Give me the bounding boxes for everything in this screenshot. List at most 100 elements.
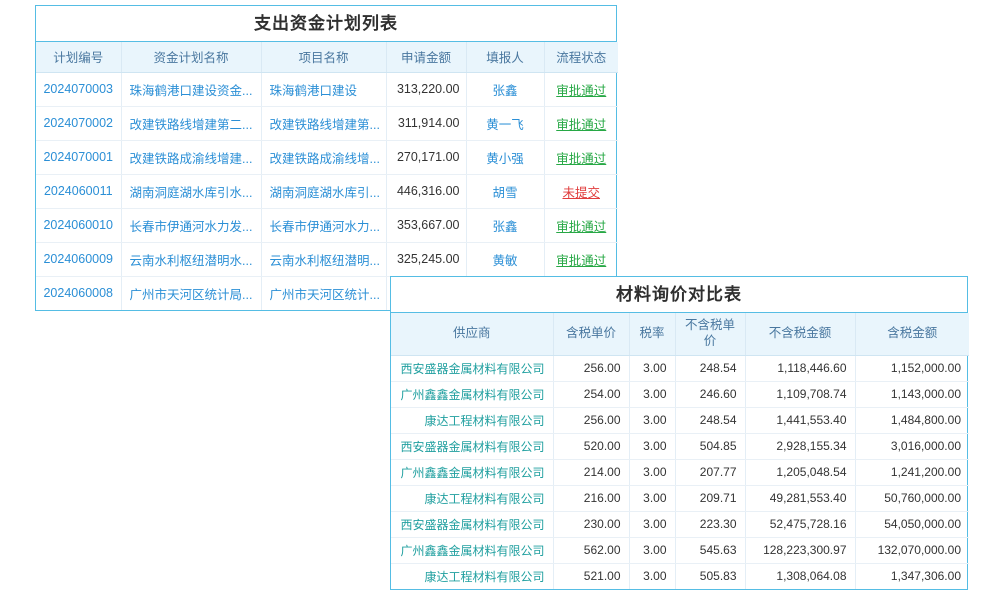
status-link[interactable]: 审批通过 bbox=[544, 140, 618, 174]
amount-cell: 311,914.00 bbox=[386, 106, 466, 140]
unit-price-no-tax-cell: 505.83 bbox=[675, 563, 745, 589]
unit-price-no-tax-cell: 248.54 bbox=[675, 407, 745, 433]
status-link[interactable]: 审批通过 bbox=[544, 208, 618, 242]
quote-row: 西安盛器金属材料有限公司 256.00 3.00 248.54 1,118,44… bbox=[391, 355, 969, 381]
project-name-link[interactable]: 湖南洞庭湖水库引... bbox=[261, 174, 386, 208]
supplier-link[interactable]: 西安盛器金属材料有限公司 bbox=[391, 355, 553, 381]
reporter-link[interactable]: 胡雪 bbox=[466, 174, 544, 208]
column-header-unit-price-no-tax: 不含税单价 bbox=[675, 313, 745, 355]
tax-rate-cell: 3.00 bbox=[629, 355, 675, 381]
unit-price-no-tax-cell: 545.63 bbox=[675, 537, 745, 563]
unit-price-tax-cell: 256.00 bbox=[553, 407, 629, 433]
unit-price-no-tax-cell: 246.60 bbox=[675, 381, 745, 407]
plan-id-link[interactable]: 2024060010 bbox=[36, 208, 121, 242]
quote-row: 康达工程材料有限公司 521.00 3.00 505.83 1,308,064.… bbox=[391, 563, 969, 589]
amount-tax-cell: 1,347,306.00 bbox=[855, 563, 969, 589]
reporter-link[interactable]: 黄一飞 bbox=[466, 106, 544, 140]
amount-no-tax-cell: 1,308,064.08 bbox=[745, 563, 855, 589]
plan-name-link[interactable]: 湖南洞庭湖水库引水... bbox=[121, 174, 261, 208]
quote-row: 广州鑫鑫金属材料有限公司 254.00 3.00 246.60 1,109,70… bbox=[391, 381, 969, 407]
column-header-tax-rate: 税率 bbox=[629, 313, 675, 355]
column-header-unit-price-tax: 含税单价 bbox=[553, 313, 629, 355]
tax-rate-cell: 3.00 bbox=[629, 563, 675, 589]
column-header-plan-id: 计划编号 bbox=[36, 42, 121, 72]
status-link[interactable]: 审批通过 bbox=[544, 106, 618, 140]
column-header-amount-tax: 含税金额 bbox=[855, 313, 969, 355]
material-quote-table: 供应商 含税单价 税率 不含税单价 不含税金额 含税金额 西安盛器金属材料有限公… bbox=[391, 313, 969, 589]
amount-no-tax-cell: 1,205,048.54 bbox=[745, 459, 855, 485]
expense-plan-panel: 支出资金计划列表 计划编号 资金计划名称 项目名称 申请金额 填报人 流程状态 … bbox=[35, 5, 617, 311]
quote-row: 西安盛器金属材料有限公司 230.00 3.00 223.30 52,475,7… bbox=[391, 511, 969, 537]
supplier-link[interactable]: 广州鑫鑫金属材料有限公司 bbox=[391, 381, 553, 407]
plan-name-link[interactable]: 广州市天河区统计局... bbox=[121, 276, 261, 310]
expense-plan-title: 支出资金计划列表 bbox=[36, 6, 616, 42]
status-link[interactable]: 审批通过 bbox=[544, 242, 618, 276]
project-name-link[interactable]: 改建铁路成渝线增... bbox=[261, 140, 386, 174]
plan-id-link[interactable]: 2024070001 bbox=[36, 140, 121, 174]
quote-row: 西安盛器金属材料有限公司 520.00 3.00 504.85 2,928,15… bbox=[391, 433, 969, 459]
amount-no-tax-cell: 128,223,300.97 bbox=[745, 537, 855, 563]
status-link[interactable]: 未提交 bbox=[544, 174, 618, 208]
plan-name-link[interactable]: 改建铁路成渝线增建... bbox=[121, 140, 261, 174]
project-name-link[interactable]: 改建铁路线增建第... bbox=[261, 106, 386, 140]
unit-price-tax-cell: 214.00 bbox=[553, 459, 629, 485]
quote-row: 广州鑫鑫金属材料有限公司 214.00 3.00 207.77 1,205,04… bbox=[391, 459, 969, 485]
tax-rate-cell: 3.00 bbox=[629, 433, 675, 459]
reporter-link[interactable]: 张鑫 bbox=[466, 72, 544, 106]
amount-cell: 325,245.00 bbox=[386, 242, 466, 276]
column-header-plan-name: 资金计划名称 bbox=[121, 42, 261, 72]
plan-name-link[interactable]: 珠海鹤港口建设资金... bbox=[121, 72, 261, 106]
tax-rate-cell: 3.00 bbox=[629, 485, 675, 511]
project-name-link[interactable]: 长春市伊通河水力... bbox=[261, 208, 386, 242]
supplier-link[interactable]: 康达工程材料有限公司 bbox=[391, 485, 553, 511]
plan-id-link[interactable]: 2024060011 bbox=[36, 174, 121, 208]
column-header-amount: 申请金额 bbox=[386, 42, 466, 72]
reporter-link[interactable]: 黄敏 bbox=[466, 242, 544, 276]
unit-price-tax-cell: 216.00 bbox=[553, 485, 629, 511]
tax-rate-cell: 3.00 bbox=[629, 381, 675, 407]
plan-name-link[interactable]: 长春市伊通河水力发... bbox=[121, 208, 261, 242]
material-quote-panel: 材料询价对比表 供应商 含税单价 税率 不含税单价 不含税金额 含税金额 西安盛… bbox=[390, 276, 968, 590]
supplier-link[interactable]: 西安盛器金属材料有限公司 bbox=[391, 433, 553, 459]
unit-price-no-tax-cell: 209.71 bbox=[675, 485, 745, 511]
plan-id-link[interactable]: 2024070003 bbox=[36, 72, 121, 106]
reporter-link[interactable]: 张鑫 bbox=[466, 208, 544, 242]
expense-header-row: 计划编号 资金计划名称 项目名称 申请金额 填报人 流程状态 bbox=[36, 42, 618, 72]
status-link[interactable]: 审批通过 bbox=[544, 72, 618, 106]
supplier-link[interactable]: 广州鑫鑫金属材料有限公司 bbox=[391, 537, 553, 563]
quote-row: 广州鑫鑫金属材料有限公司 562.00 3.00 545.63 128,223,… bbox=[391, 537, 969, 563]
expense-row: 2024060011 湖南洞庭湖水库引水... 湖南洞庭湖水库引... 446,… bbox=[36, 174, 618, 208]
tax-rate-cell: 3.00 bbox=[629, 407, 675, 433]
plan-id-link[interactable]: 2024060008 bbox=[36, 276, 121, 310]
plan-id-link[interactable]: 2024060009 bbox=[36, 242, 121, 276]
amount-tax-cell: 1,143,000.00 bbox=[855, 381, 969, 407]
reporter-link[interactable]: 黄小强 bbox=[466, 140, 544, 174]
project-name-link[interactable]: 广州市天河区统计... bbox=[261, 276, 386, 310]
page-canvas: 支出资金计划列表 计划编号 资金计划名称 项目名称 申请金额 填报人 流程状态 … bbox=[0, 0, 1000, 600]
plan-id-link[interactable]: 2024070002 bbox=[36, 106, 121, 140]
supplier-link[interactable]: 广州鑫鑫金属材料有限公司 bbox=[391, 459, 553, 485]
expense-row: 2024070002 改建铁路线增建第二... 改建铁路线增建第... 311,… bbox=[36, 106, 618, 140]
amount-tax-cell: 132,070,000.00 bbox=[855, 537, 969, 563]
amount-tax-cell: 3,016,000.00 bbox=[855, 433, 969, 459]
amount-cell: 353,667.00 bbox=[386, 208, 466, 242]
project-name-link[interactable]: 珠海鹤港口建设 bbox=[261, 72, 386, 106]
unit-price-tax-cell: 562.00 bbox=[553, 537, 629, 563]
expense-row: 2024070001 改建铁路成渝线增建... 改建铁路成渝线增... 270,… bbox=[36, 140, 618, 174]
material-quote-title: 材料询价对比表 bbox=[391, 277, 967, 313]
plan-name-link[interactable]: 改建铁路线增建第二... bbox=[121, 106, 261, 140]
unit-price-no-tax-cell: 248.54 bbox=[675, 355, 745, 381]
project-name-link[interactable]: 云南水利枢纽潜明... bbox=[261, 242, 386, 276]
expense-row: 2024070003 珠海鹤港口建设资金... 珠海鹤港口建设 313,220.… bbox=[36, 72, 618, 106]
plan-name-link[interactable]: 云南水利枢纽潜明水... bbox=[121, 242, 261, 276]
unit-price-tax-cell: 254.00 bbox=[553, 381, 629, 407]
supplier-link[interactable]: 西安盛器金属材料有限公司 bbox=[391, 511, 553, 537]
amount-no-tax-cell: 1,441,553.40 bbox=[745, 407, 855, 433]
tax-rate-cell: 3.00 bbox=[629, 459, 675, 485]
unit-price-no-tax-cell: 504.85 bbox=[675, 433, 745, 459]
amount-cell: 270,171.00 bbox=[386, 140, 466, 174]
unit-price-tax-cell: 230.00 bbox=[553, 511, 629, 537]
quote-row: 康达工程材料有限公司 216.00 3.00 209.71 49,281,553… bbox=[391, 485, 969, 511]
supplier-link[interactable]: 康达工程材料有限公司 bbox=[391, 407, 553, 433]
supplier-link[interactable]: 康达工程材料有限公司 bbox=[391, 563, 553, 589]
